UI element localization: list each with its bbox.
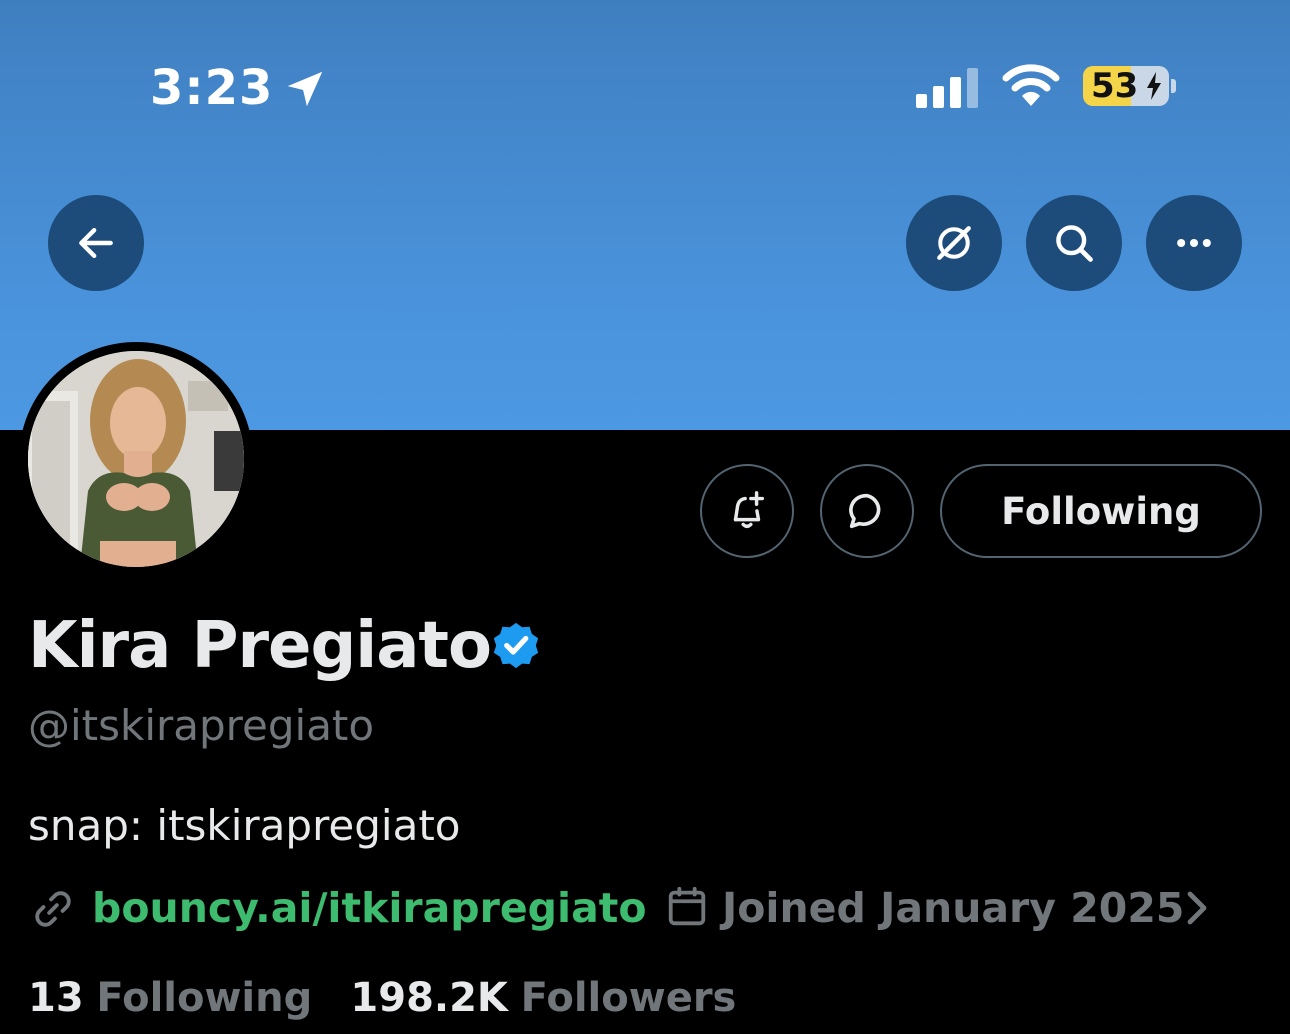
profile-bio: snap: itskirapregiato <box>28 801 461 850</box>
battery-nub <box>1171 79 1176 93</box>
joined-date: Joined January 2025 <box>722 884 1185 932</box>
wifi-icon <box>1002 64 1060 106</box>
battery-charging-icon <box>1147 72 1161 100</box>
back-button[interactable] <box>48 195 144 291</box>
link-icon <box>35 891 71 927</box>
bell-plus-icon <box>733 491 765 529</box>
following-label: Following <box>96 975 313 1021</box>
followers-count: 198.2K <box>350 975 508 1021</box>
avatar[interactable] <box>28 351 244 567</box>
battery-level: 53 <box>1091 66 1139 106</box>
more-button[interactable] <box>1146 195 1242 291</box>
search-button[interactable] <box>1026 195 1122 291</box>
following-stat[interactable]: 13 Following <box>28 975 312 1021</box>
display-name: Kira Pregiato <box>28 609 492 683</box>
verified-badge-icon[interactable] <box>488 617 544 673</box>
grok-button[interactable] <box>906 195 1002 291</box>
back-arrow-icon <box>79 227 113 259</box>
following-count: 13 <box>28 975 84 1021</box>
grok-icon <box>937 226 971 260</box>
location-arrow-icon <box>287 71 323 107</box>
follow-stats: 13 Following 198.2K Followers <box>28 972 736 1024</box>
search-icon <box>1056 225 1093 262</box>
notify-button[interactable] <box>700 464 794 558</box>
avatar-photo <box>28 351 244 567</box>
following-button[interactable]: Following <box>940 464 1262 558</box>
chevron-right-icon[interactable] <box>1180 888 1212 928</box>
battery-indicator: 53 <box>1083 66 1169 106</box>
followers-label: Followers <box>520 975 737 1021</box>
user-handle: @itskirapregiato <box>28 701 375 750</box>
cellular-signal-icon <box>916 68 978 108</box>
message-bubble-icon <box>849 493 881 529</box>
more-icon <box>1177 238 1211 248</box>
website-link[interactable]: bouncy.ai/itkirapregiato <box>92 882 647 934</box>
status-time: 3:23 <box>150 60 274 116</box>
calendar-icon <box>668 886 706 926</box>
message-button[interactable] <box>820 464 914 558</box>
followers-stat[interactable]: 198.2K Followers <box>350 975 736 1021</box>
